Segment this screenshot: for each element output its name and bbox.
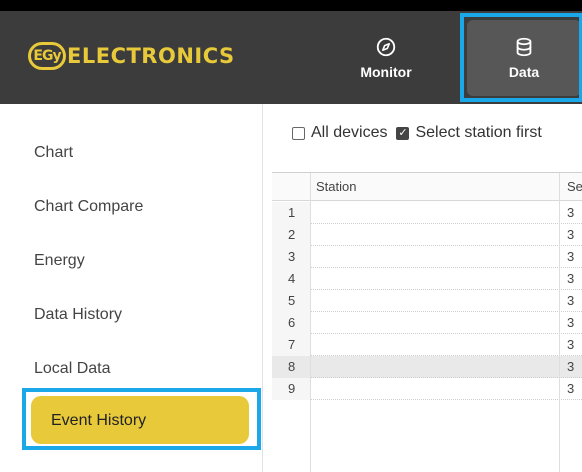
serial-cell: 3 <box>567 359 575 374</box>
all-devices-label[interactable]: All devices <box>311 124 387 142</box>
table-row[interactable]: 4 3 <box>272 268 582 290</box>
serial-cell: 3 <box>567 271 575 286</box>
sidebar-item-local-data[interactable]: Local Data <box>34 360 111 378</box>
table-row[interactable]: 3 3 <box>272 246 582 268</box>
nav-monitor-label: Monitor <box>360 64 412 80</box>
column-divider[interactable] <box>559 173 560 472</box>
serial-cell: 3 <box>567 381 575 396</box>
column-header-station[interactable]: Station <box>316 179 356 194</box>
sidebar-item-data-history[interactable]: Data History <box>34 306 122 324</box>
event-table: Station Se 1 3 2 3 3 3 4 3 5 3 6 3 7 3 8… <box>272 172 582 472</box>
row-number: 4 <box>272 268 310 290</box>
row-number: 6 <box>272 312 310 334</box>
table-row[interactable]: 7 3 <box>272 334 582 356</box>
compass-icon <box>376 37 396 57</box>
filter-bar: All devices ✓ Select station first <box>292 124 551 142</box>
serial-cell: 3 <box>567 249 575 264</box>
row-number: 2 <box>272 224 310 246</box>
table-row-selected[interactable]: 8 3 <box>272 356 582 378</box>
serial-cell: 3 <box>567 293 575 308</box>
select-station-checkbox[interactable]: ✓ <box>396 126 410 140</box>
logo-text: ELECTRONICS <box>67 44 235 68</box>
table-header: Station Se <box>272 173 582 201</box>
row-number: 9 <box>272 378 310 400</box>
all-devices-checkbox[interactable] <box>292 126 305 140</box>
row-number: 1 <box>272 202 310 224</box>
table-row[interactable]: 2 3 <box>272 224 582 246</box>
row-number: 7 <box>272 334 310 356</box>
sidebar-item-chart-compare[interactable]: Chart Compare <box>34 198 143 216</box>
row-number: 3 <box>272 246 310 268</box>
table-row[interactable]: 1 3 <box>272 202 582 224</box>
top-header: EGy ELECTRONICS Monitor Data <box>0 0 582 104</box>
serial-cell: 3 <box>567 205 575 220</box>
select-station-label[interactable]: Select station first <box>415 124 541 142</box>
serial-cell: 3 <box>567 315 575 330</box>
brand-logo[interactable]: EGy ELECTRONICS <box>28 40 235 72</box>
serial-cell: 3 <box>567 227 575 242</box>
data-tab-highlight-frame <box>460 13 582 102</box>
event-history-highlight-frame <box>22 388 261 450</box>
column-divider <box>310 173 311 472</box>
serial-cell: 3 <box>567 337 575 352</box>
sidebar-divider <box>262 104 263 472</box>
table-row[interactable]: 9 3 <box>272 378 582 400</box>
sidebar-item-energy[interactable]: Energy <box>34 252 85 270</box>
sidebar-item-chart[interactable]: Chart <box>34 144 73 162</box>
nav-monitor[interactable]: Monitor <box>330 22 442 94</box>
row-number: 8 <box>272 356 310 378</box>
table-row[interactable]: 5 3 <box>272 290 582 312</box>
logo-badge: EGy <box>28 42 66 70</box>
header-top-strip <box>0 0 582 11</box>
column-header-serial[interactable]: Se <box>567 179 582 194</box>
table-row[interactable]: 6 3 <box>272 312 582 334</box>
row-number: 5 <box>272 290 310 312</box>
